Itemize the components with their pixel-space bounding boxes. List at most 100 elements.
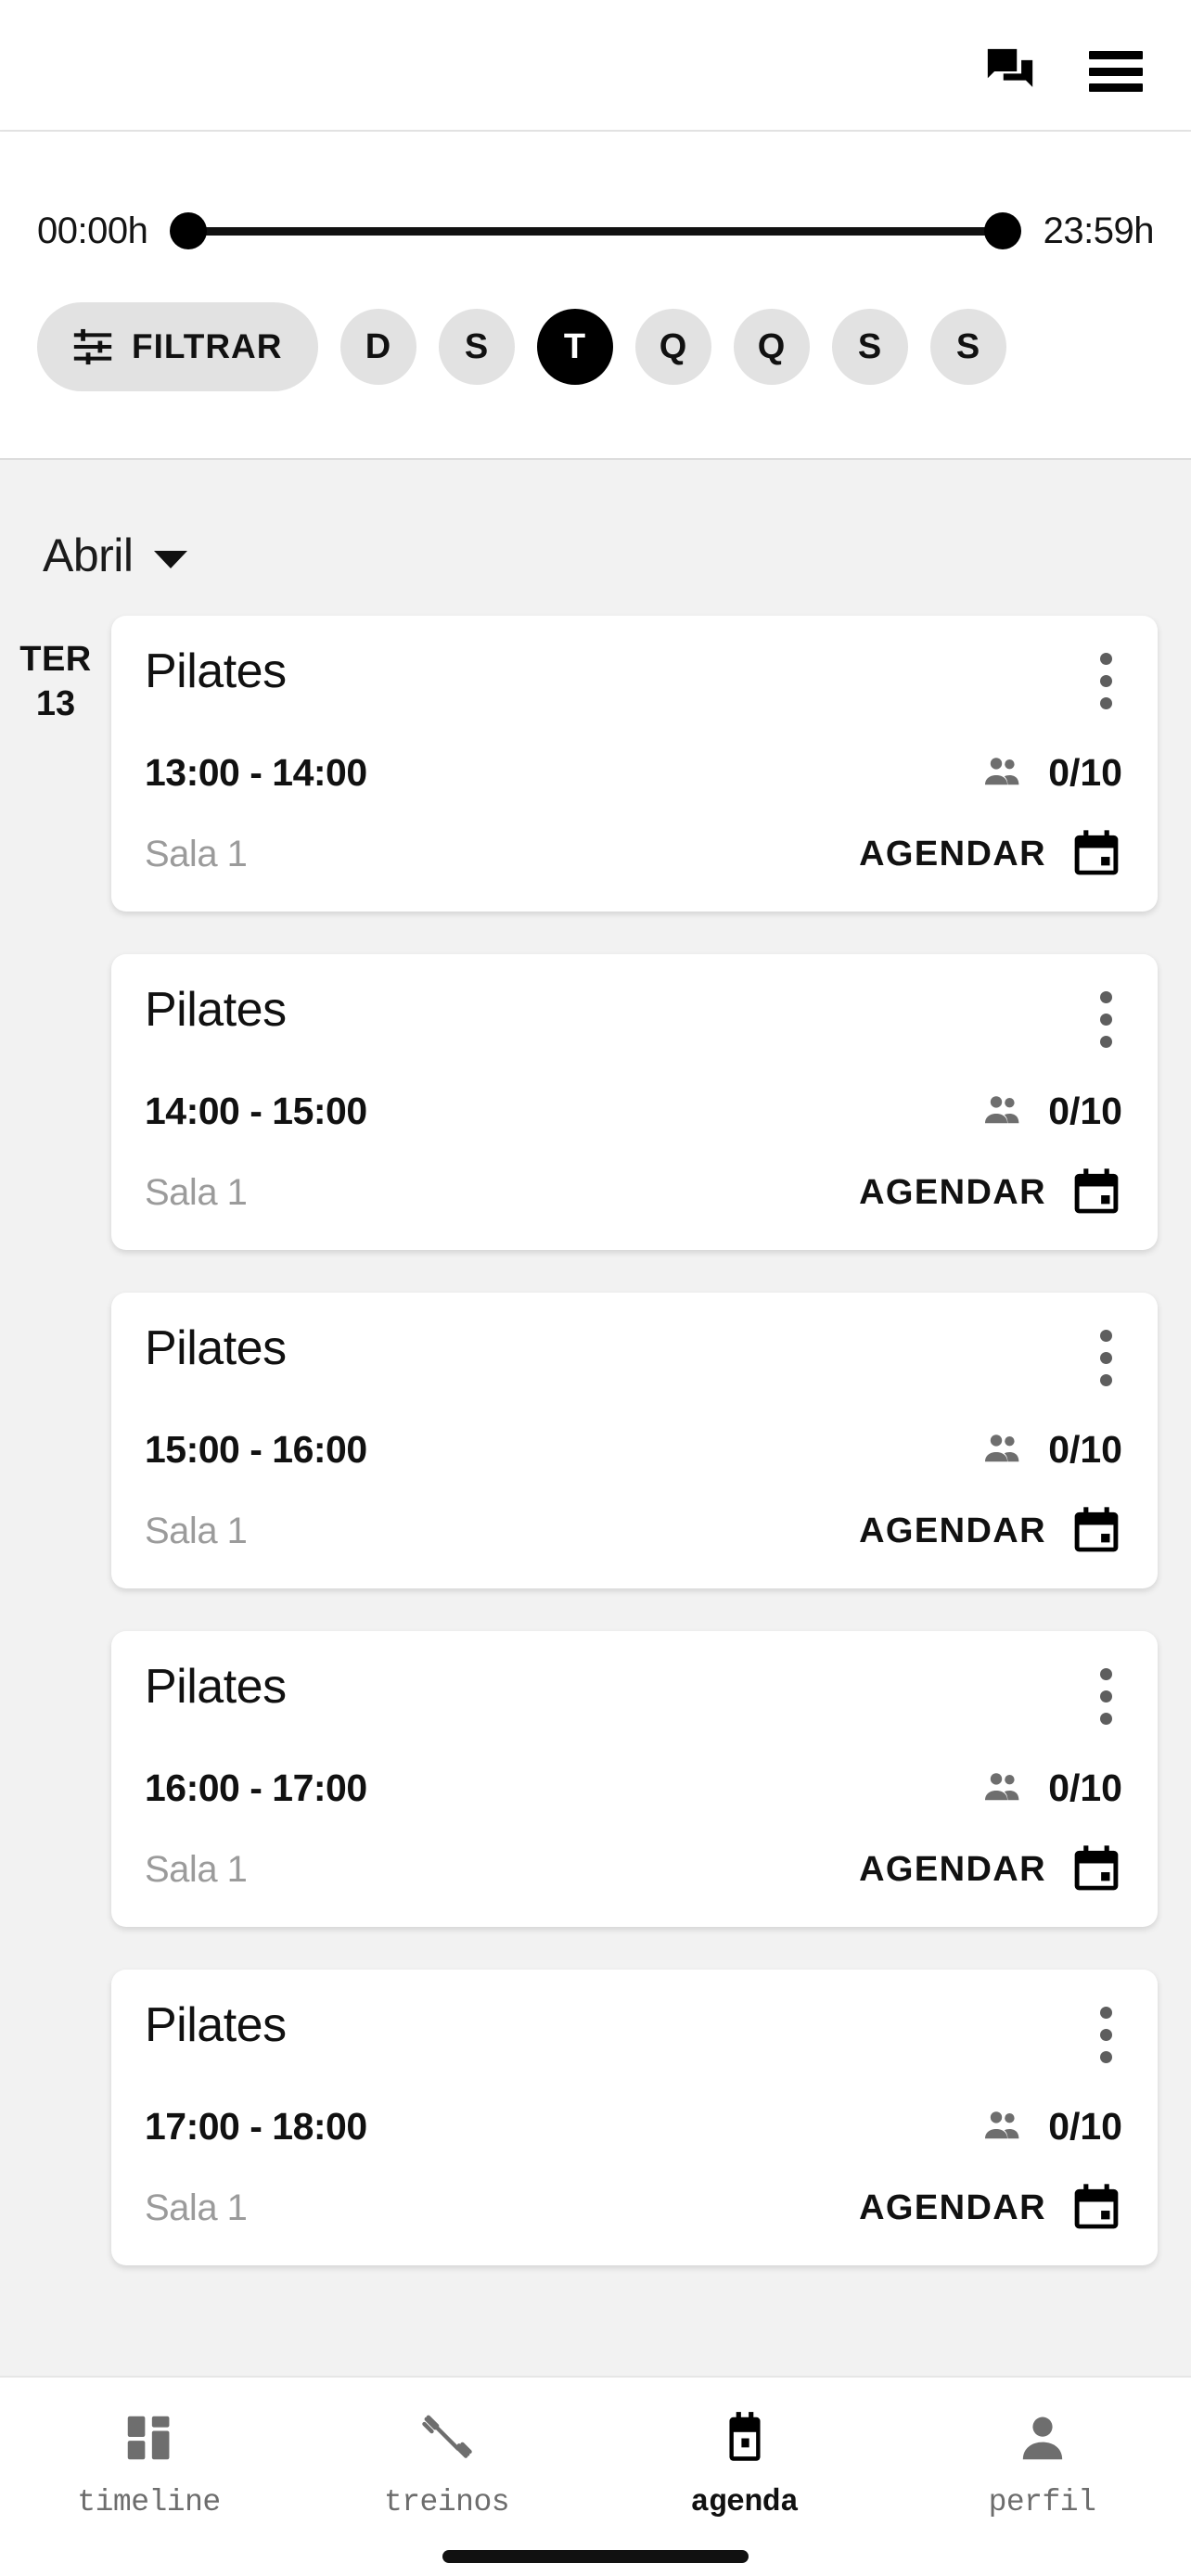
nav-label-agenda: agenda [690, 2485, 799, 2519]
card-header-row: Pilates [145, 2001, 1122, 2069]
more-options-button[interactable] [1089, 1663, 1122, 1730]
schedule-scroll-area[interactable]: Abril TER 13 Pilates 13:00 - 14:00 0/10 … [0, 460, 1191, 2576]
person-icon [1022, 2417, 1062, 2460]
kebab-dot [1099, 1014, 1112, 1026]
question-answer-icon [987, 48, 1033, 87]
class-room: Sala 1 [145, 1171, 248, 1213]
card-time-row: 14:00 - 15:00 0/10 [145, 1089, 1122, 1133]
agendar-button[interactable]: AGENDAR [859, 828, 1122, 880]
top-app-bar [0, 0, 1191, 132]
class-room: Sala 1 [145, 833, 248, 874]
card-footer-row: Sala 1 AGENDAR [145, 828, 1122, 880]
card-header-row: Pilates [145, 986, 1122, 1053]
day-number-label: 13 [35, 683, 76, 723]
nav-item-agenda[interactable]: agenda [596, 2409, 893, 2519]
calendar-icon [1074, 2184, 1119, 2229]
people-icon [985, 2111, 1019, 2139]
slider-thumb-end[interactable] [983, 212, 1021, 249]
nav-item-treinos[interactable]: treinos [298, 2409, 596, 2519]
day-chip-2[interactable]: T [536, 309, 613, 385]
class-card[interactable]: Pilates 13:00 - 14:00 0/10 Sala 1 AGENDA… [111, 616, 1158, 912]
dashboard-grid-icon [127, 2416, 169, 2460]
filter-panel: 00:00h 23:59h FILTRAR D S T Q Q S S [0, 132, 1191, 460]
calendar-icon [1074, 1845, 1119, 1891]
class-card[interactable]: Pilates 16:00 - 17:00 0/10 Sala 1 AGENDA… [111, 1631, 1158, 1927]
filtrar-button[interactable]: FILTRAR [37, 302, 318, 391]
time-range-slider[interactable] [170, 210, 1021, 252]
chat-button[interactable] [978, 39, 1043, 104]
kebab-dot [1099, 2007, 1112, 2019]
agendar-label: AGENDAR [859, 1172, 1046, 1212]
people-icon [985, 1773, 1019, 1801]
day-chip-5[interactable]: S [831, 309, 908, 385]
month-label: Abril [43, 529, 134, 581]
capacity-count: 0/10 [1048, 1766, 1122, 1809]
agendar-button[interactable]: AGENDAR [859, 2182, 1122, 2234]
chevron-down-icon [153, 550, 187, 568]
capacity-count: 0/10 [1048, 750, 1122, 794]
more-options-button[interactable] [1089, 986, 1122, 1053]
time-range-start-label: 00:00h [37, 210, 148, 251]
class-card[interactable]: Pilates 15:00 - 16:00 0/10 Sala 1 AGENDA… [111, 1293, 1158, 1588]
day-group: TER 13 Pilates 13:00 - 14:00 0/10 Sala 1… [0, 616, 1191, 2265]
capacity-group: 0/10 [980, 1089, 1122, 1133]
app-screen: 00:00h 23:59h FILTRAR D S T Q Q S S Abri… [0, 0, 1191, 2576]
nav-item-perfil[interactable]: perfil [893, 2409, 1191, 2519]
class-title: Pilates [145, 1321, 287, 1375]
agendar-button[interactable]: AGENDAR [859, 1505, 1122, 1557]
agendar-label: AGENDAR [859, 834, 1046, 874]
hamburger-bar [1089, 51, 1143, 59]
agendar-button[interactable]: AGENDAR [859, 1843, 1122, 1895]
card-time-row: 15:00 - 16:00 0/10 [145, 1427, 1122, 1472]
kebab-dot [1099, 2051, 1112, 2063]
card-footer-row: Sala 1 AGENDAR [145, 2182, 1122, 2234]
day-chip-6[interactable]: S [929, 309, 1006, 385]
menu-button[interactable] [1083, 39, 1148, 104]
more-options-button[interactable] [1089, 1324, 1122, 1392]
people-icon [985, 1096, 1019, 1124]
agendar-label: AGENDAR [859, 1511, 1046, 1550]
capacity-group: 0/10 [980, 1427, 1122, 1472]
kebab-dot [1099, 675, 1112, 687]
class-time: 14:00 - 15:00 [145, 1089, 367, 1132]
capacity-count: 0/10 [1048, 1089, 1122, 1132]
day-chip-3[interactable]: Q [634, 309, 711, 385]
time-range-end-label: 23:59h [1043, 210, 1155, 251]
slider-track [186, 226, 1005, 236]
class-time: 17:00 - 18:00 [145, 2104, 367, 2148]
day-chip-1[interactable]: S [438, 309, 515, 385]
card-time-row: 16:00 - 17:00 0/10 [145, 1766, 1122, 1810]
class-cards-list: Pilates 13:00 - 14:00 0/10 Sala 1 AGENDA… [111, 616, 1191, 2265]
kebab-dot [1099, 653, 1112, 665]
filtrar-label: FILTRAR [132, 327, 283, 365]
card-footer-row: Sala 1 AGENDAR [145, 1843, 1122, 1895]
class-time: 16:00 - 17:00 [145, 1766, 367, 1809]
day-chip-0[interactable]: D [339, 309, 416, 385]
slider-thumb-start[interactable] [170, 212, 208, 249]
class-title: Pilates [145, 644, 287, 698]
month-selector[interactable]: Abril [0, 460, 1191, 616]
filter-chips-row: FILTRAR D S T Q Q S S [0, 302, 1191, 391]
kebab-dot [1099, 1713, 1112, 1725]
card-header-row: Pilates [145, 647, 1122, 715]
day-chip-4[interactable]: Q [733, 309, 810, 385]
people-icon [985, 1435, 1019, 1462]
class-room: Sala 1 [145, 1848, 248, 1890]
class-card[interactable]: Pilates 14:00 - 15:00 0/10 Sala 1 AGENDA… [111, 954, 1158, 1250]
kebab-dot [1099, 1352, 1112, 1364]
nav-label-perfil: perfil [988, 2485, 1096, 2519]
day-gutter: TER 13 [0, 616, 111, 726]
kebab-dot [1099, 1036, 1112, 1048]
kebab-dot [1099, 991, 1112, 1003]
hamburger-bar [1089, 83, 1143, 92]
nav-item-timeline[interactable]: timeline [0, 2409, 298, 2519]
people-icon [985, 758, 1019, 785]
class-card[interactable]: Pilates 17:00 - 18:00 0/10 Sala 1 AGENDA… [111, 1970, 1158, 2265]
kebab-dot [1099, 1690, 1112, 1702]
agendar-button[interactable]: AGENDAR [859, 1167, 1122, 1218]
more-options-button[interactable] [1089, 2001, 1122, 2069]
card-time-row: 17:00 - 18:00 0/10 [145, 2104, 1122, 2149]
kebab-dot [1099, 697, 1112, 709]
kebab-dot [1099, 2029, 1112, 2041]
more-options-button[interactable] [1089, 647, 1122, 715]
